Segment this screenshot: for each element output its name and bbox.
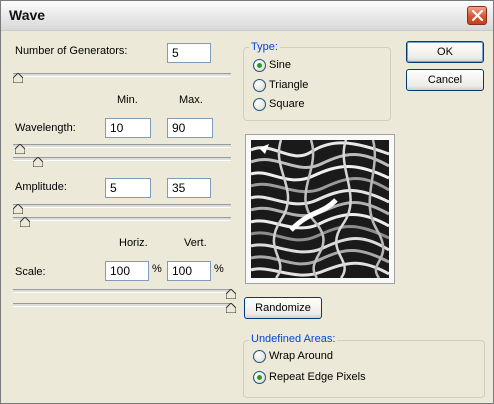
slider-thumb-icon[interactable]: [13, 73, 23, 83]
radio-icon[interactable]: [253, 59, 266, 72]
amplitude-label: Amplitude:: [15, 181, 67, 193]
radio-icon[interactable]: [253, 79, 266, 92]
ok-button[interactable]: OK: [406, 41, 484, 63]
amplitude-max-slider[interactable]: [13, 216, 231, 228]
wavelength-max-input[interactable]: 90: [167, 118, 213, 138]
amplitude-min-slider[interactable]: [13, 202, 231, 214]
cancel-button[interactable]: Cancel: [406, 69, 484, 91]
repeat-edge-pixels-option[interactable]: Repeat Edge Pixels: [253, 370, 453, 386]
scale-horiz-unit: %: [152, 263, 162, 275]
title-bar[interactable]: Wave: [1, 1, 493, 31]
radio-icon[interactable]: [253, 371, 266, 384]
wave-dialog: Wave Number of Generators: 5 Min. Max. W…: [0, 0, 494, 404]
undefined-areas-title: Undefined Areas:: [249, 333, 338, 345]
scale-vert-slider[interactable]: [13, 301, 236, 313]
horiz-column-label: Horiz.: [119, 237, 148, 249]
preview-frame: [245, 134, 395, 284]
wrap-around-label: Wrap Around: [269, 350, 334, 362]
amplitude-max-input[interactable]: 35: [167, 178, 211, 198]
wavelength-min-slider[interactable]: [13, 142, 231, 154]
generators-input[interactable]: 5: [167, 43, 211, 63]
wrap-around-option[interactable]: Wrap Around: [253, 349, 453, 365]
type-group-title: Type:: [249, 41, 280, 53]
scale-horiz-slider[interactable]: [13, 287, 236, 299]
wave-pattern: [251, 140, 389, 278]
window-title: Wave: [9, 7, 46, 23]
type-option-label: Square: [269, 98, 305, 110]
scale-label: Scale:: [15, 266, 46, 278]
scale-horiz-input[interactable]: 100: [105, 261, 149, 281]
slider-thumb-icon[interactable]: [20, 217, 30, 227]
scale-vert-unit: %: [214, 263, 224, 275]
close-button[interactable]: [467, 6, 487, 25]
vert-column-label: Vert.: [184, 237, 207, 249]
type-option-label: Triangle: [269, 79, 309, 91]
generators-slider[interactable]: [13, 71, 231, 83]
wavelength-max-slider[interactable]: [13, 156, 231, 168]
min-column-label: Min.: [117, 94, 138, 106]
wavelength-min-input[interactable]: 10: [105, 118, 151, 138]
type-option-square[interactable]: Square: [253, 97, 373, 113]
slider-thumb-icon[interactable]: [13, 204, 23, 214]
scale-vert-input[interactable]: 100: [167, 261, 211, 281]
radio-icon[interactable]: [253, 98, 266, 111]
generators-label: Number of Generators:: [15, 45, 128, 57]
repeat-edge-pixels-label: Repeat Edge Pixels: [269, 371, 366, 383]
slider-thumb-icon[interactable]: [226, 303, 236, 313]
close-icon: [471, 9, 484, 22]
max-column-label: Max.: [179, 94, 203, 106]
amplitude-min-input[interactable]: 5: [105, 178, 151, 198]
type-option-sine[interactable]: Sine: [253, 58, 373, 74]
randomize-button[interactable]: Randomize: [244, 297, 322, 319]
wave-preview-image: [251, 140, 389, 278]
type-option-label: Sine: [269, 59, 292, 71]
wavelength-label: Wavelength:: [15, 122, 76, 134]
radio-icon[interactable]: [253, 350, 266, 363]
type-option-triangle[interactable]: Triangle: [253, 78, 373, 94]
slider-thumb-icon[interactable]: [15, 144, 25, 154]
slider-thumb-icon[interactable]: [226, 289, 236, 299]
slider-thumb-icon[interactable]: [33, 157, 43, 167]
